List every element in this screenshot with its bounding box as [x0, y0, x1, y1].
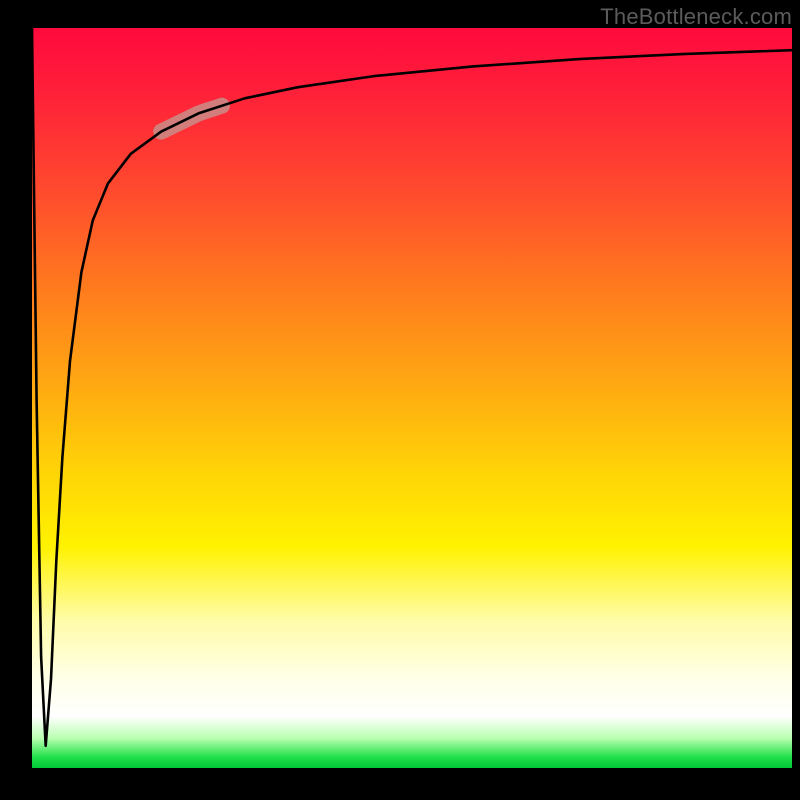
plot-area: [32, 28, 792, 768]
bottleneck-curve: [32, 28, 792, 746]
attribution-text: TheBottleneck.com: [600, 4, 792, 30]
chart-frame: TheBottleneck.com: [0, 0, 800, 800]
curve-layer: [32, 28, 792, 768]
